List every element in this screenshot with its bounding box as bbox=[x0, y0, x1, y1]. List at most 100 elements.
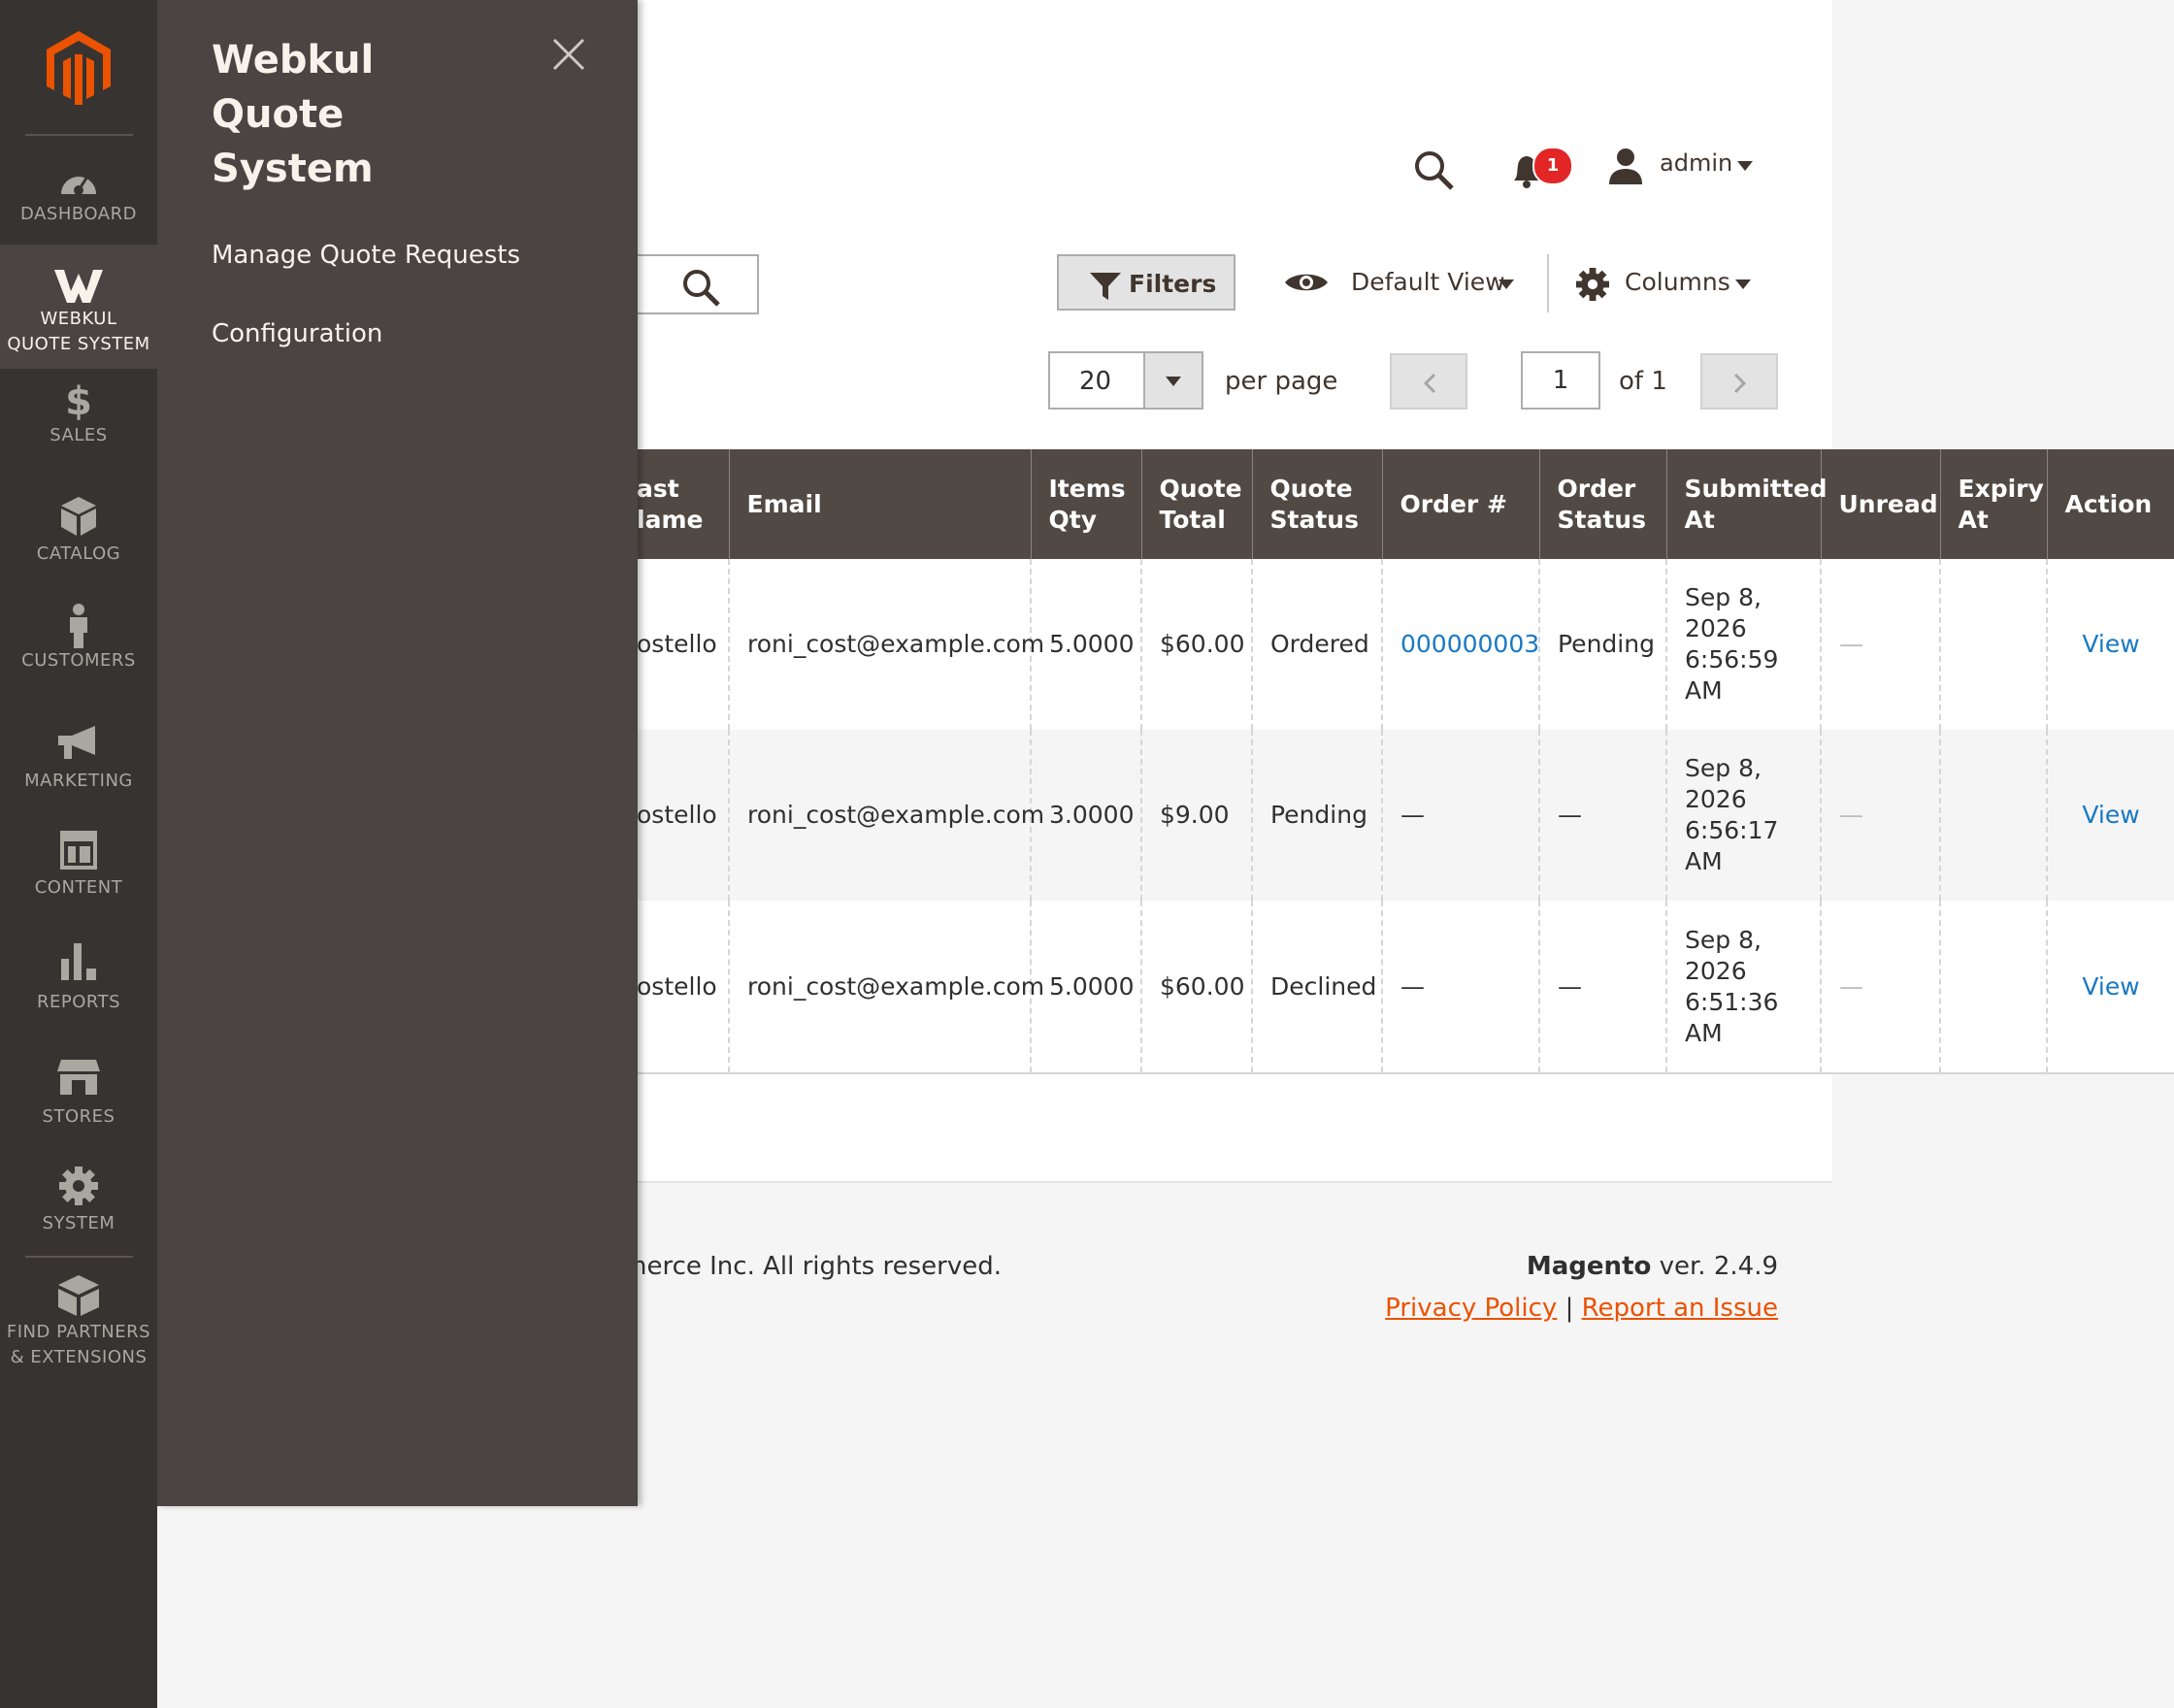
previous-page-button[interactable] bbox=[1390, 353, 1467, 410]
cell-action: View bbox=[2046, 559, 2174, 730]
chevron-down-icon[interactable] bbox=[1737, 161, 1753, 171]
view-link[interactable]: View bbox=[2082, 972, 2139, 1001]
column-header-quote-total[interactable]: Quote Total bbox=[1140, 449, 1252, 559]
view-link[interactable]: View bbox=[2082, 630, 2139, 658]
search-icon[interactable] bbox=[1413, 149, 1454, 190]
submenu-title: Webkul Quote System bbox=[212, 33, 503, 196]
footer-links: Privacy Policy | Report an Issue bbox=[1359, 1294, 1778, 1323]
notification-badge[interactable]: 1 bbox=[1532, 147, 1573, 185]
nav-item-catalog[interactable]: CATALOG bbox=[0, 497, 157, 586]
nav-divider bbox=[25, 1256, 133, 1258]
cell-unread: — bbox=[1820, 730, 1940, 901]
nav-label-line1: FIND PARTNERS bbox=[6, 1322, 151, 1342]
box-icon bbox=[61, 497, 96, 536]
chevron-down-icon bbox=[1735, 279, 1751, 289]
admin-user-menu[interactable]: admin bbox=[1660, 149, 1732, 177]
nav-divider bbox=[25, 134, 133, 136]
column-header-expiry-at[interactable]: Expiry At bbox=[1939, 449, 2047, 559]
cell-email: roni_cost@example.com bbox=[728, 730, 1044, 901]
column-header-order-status[interactable]: Order Status bbox=[1538, 449, 1666, 559]
nav-item-dashboard[interactable]: DASHBOARD bbox=[0, 155, 157, 245]
cell-total: $9.00 bbox=[1140, 730, 1252, 901]
header-line: Qty bbox=[1048, 505, 1098, 534]
unread-value: — bbox=[1839, 971, 1863, 1001]
chevron-down-icon bbox=[1166, 377, 1181, 386]
column-header-order-number[interactable]: Order # bbox=[1381, 449, 1539, 559]
header-line: At bbox=[1684, 505, 1715, 534]
default-view-label: Default View bbox=[1351, 268, 1505, 296]
megaphone-icon bbox=[58, 726, 95, 759]
next-page-button[interactable] bbox=[1700, 353, 1778, 410]
cell-action: View bbox=[2046, 730, 2174, 901]
cell-expiry-at bbox=[1939, 730, 2047, 901]
configuration-link[interactable]: Configuration bbox=[212, 319, 382, 348]
date-line: AM bbox=[1685, 847, 1723, 875]
date-line: Sep 8, bbox=[1685, 583, 1762, 611]
dollar-icon: $ bbox=[65, 379, 92, 424]
dashboard-icon bbox=[61, 176, 96, 195]
per-page-toggle[interactable] bbox=[1143, 353, 1202, 408]
nav-item-sales[interactable]: $ SALES bbox=[0, 380, 157, 470]
user-icon[interactable] bbox=[1607, 148, 1644, 184]
cell-order-number: 000000003 bbox=[1381, 559, 1539, 730]
column-header-items-qty[interactable]: Items Qty bbox=[1030, 449, 1141, 559]
nav-item-system[interactable]: SYSTEM bbox=[0, 1166, 157, 1256]
per-page-select[interactable]: 20 bbox=[1048, 351, 1203, 410]
nav-item-find-partners[interactable]: FIND PARTNERS & EXTENSIONS bbox=[0, 1275, 157, 1382]
nav-label: CATALOG bbox=[36, 543, 121, 564]
header-line: At bbox=[1958, 505, 1989, 534]
cell-email: roni_cost@example.com bbox=[728, 901, 1044, 1074]
header-line: lame bbox=[637, 505, 704, 534]
report-issue-link[interactable]: Report an Issue bbox=[1582, 1294, 1778, 1323]
nav-item-webkul-quote-system[interactable]: WEBKUL QUOTE SYSTEM bbox=[0, 245, 157, 369]
date-line: 6:51:36 bbox=[1685, 987, 1779, 1016]
cell-order-status: Pending bbox=[1538, 559, 1666, 730]
column-header-submitted-at[interactable]: Submitted At bbox=[1665, 449, 1828, 559]
chevron-left-icon bbox=[1423, 373, 1436, 394]
nav-item-customers[interactable]: CUSTOMERS bbox=[0, 604, 157, 693]
order-number-link[interactable]: 000000003 bbox=[1400, 630, 1539, 658]
footer-version: Magento ver. 2.4.9 bbox=[1359, 1252, 1778, 1281]
magento-logo-icon[interactable] bbox=[47, 31, 111, 105]
nav-label-line2: & EXTENSIONS bbox=[10, 1347, 148, 1367]
cell-expiry-at bbox=[1939, 559, 2047, 730]
page-number-input[interactable]: 1 bbox=[1521, 351, 1600, 410]
column-header-email[interactable]: Email bbox=[728, 449, 1031, 559]
nav-item-content[interactable]: CONTENT bbox=[0, 831, 157, 920]
cell-order-status: — bbox=[1538, 901, 1666, 1074]
column-header-quote-status[interactable]: Quote Status bbox=[1251, 449, 1382, 559]
filter-icon bbox=[1090, 273, 1121, 300]
per-page-value: 20 bbox=[1079, 367, 1112, 396]
toolbar-divider bbox=[1547, 254, 1549, 312]
nav-label-line1: WEBKUL bbox=[40, 309, 117, 329]
nav-item-marketing[interactable]: MARKETING bbox=[0, 726, 157, 815]
keyword-search-input[interactable] bbox=[637, 254, 759, 314]
view-link[interactable]: View bbox=[2082, 801, 2139, 829]
cell-email: roni_cost@example.com bbox=[728, 559, 1044, 730]
filters-button[interactable]: Filters bbox=[1057, 254, 1235, 311]
submenu-title-line: Webkul Quote bbox=[212, 38, 375, 137]
nav-label: SALES bbox=[49, 425, 108, 445]
date-line: 6:56:17 bbox=[1685, 816, 1779, 844]
search-icon[interactable] bbox=[681, 268, 720, 307]
header-line: Total bbox=[1159, 505, 1226, 534]
header-line: Order # bbox=[1400, 489, 1507, 518]
nav-item-reports[interactable]: REPORTS bbox=[0, 943, 157, 1033]
date-line: 6:56:59 bbox=[1685, 645, 1779, 673]
magento-brand: Magento bbox=[1526, 1252, 1652, 1281]
webkul-icon bbox=[54, 270, 103, 303]
cell-total: $60.00 bbox=[1140, 901, 1252, 1074]
chevron-down-icon bbox=[1499, 279, 1514, 289]
header-line: Status bbox=[1269, 505, 1359, 534]
date-line: AM bbox=[1685, 1018, 1723, 1047]
header-line: ast bbox=[637, 474, 679, 503]
manage-quote-requests-link[interactable]: Manage Quote Requests bbox=[212, 241, 520, 270]
close-icon[interactable] bbox=[551, 37, 586, 72]
column-header-unread[interactable]: Unread bbox=[1820, 449, 1940, 559]
nav-item-stores[interactable]: STORES bbox=[0, 1060, 157, 1149]
privacy-policy-link[interactable]: Privacy Policy bbox=[1385, 1294, 1557, 1323]
extensions-icon bbox=[58, 1275, 99, 1316]
gear-icon bbox=[59, 1166, 98, 1205]
date-line: AM bbox=[1685, 676, 1723, 705]
nav-label-line2: QUOTE SYSTEM bbox=[7, 334, 150, 354]
